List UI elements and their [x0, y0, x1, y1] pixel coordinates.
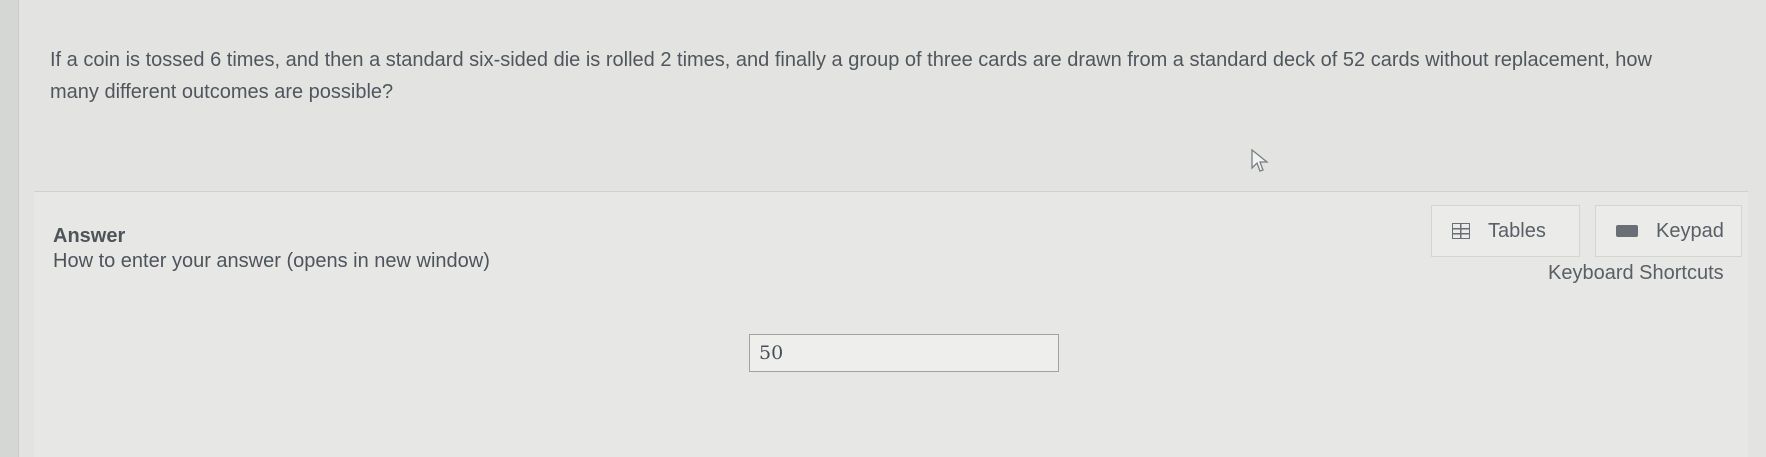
coin-toss-count: 6 [210, 49, 222, 71]
keyboard-shortcuts-link[interactable]: Keyboard Shortcuts [1548, 262, 1724, 285]
how-to-enter-answer-link[interactable]: How to enter your answer (opens in new w… [53, 250, 490, 273]
tables-button[interactable]: Tables [1431, 205, 1580, 257]
answer-label: Answer [53, 225, 126, 247]
die-roll-count: 2 [660, 49, 672, 71]
mouse-cursor-icon [1251, 148, 1269, 172]
keypad-button[interactable]: Keypad [1595, 205, 1742, 257]
answer-input[interactable] [749, 334, 1059, 372]
question-text: If a coin is tossed 6 times, and then a … [50, 44, 1690, 108]
keypad-button-label: Keypad [1656, 219, 1724, 242]
question-part-2: times, and then a standard six-sided die… [221, 49, 661, 71]
question-part-1: If a coin is tossed [50, 49, 211, 71]
tables-button-label: Tables [1488, 219, 1546, 242]
deck-size: 52 [1342, 49, 1366, 71]
keyboard-icon [1616, 225, 1638, 237]
table-icon [1452, 223, 1470, 239]
question-part-3: times, and finally a group of three card… [671, 49, 1343, 71]
